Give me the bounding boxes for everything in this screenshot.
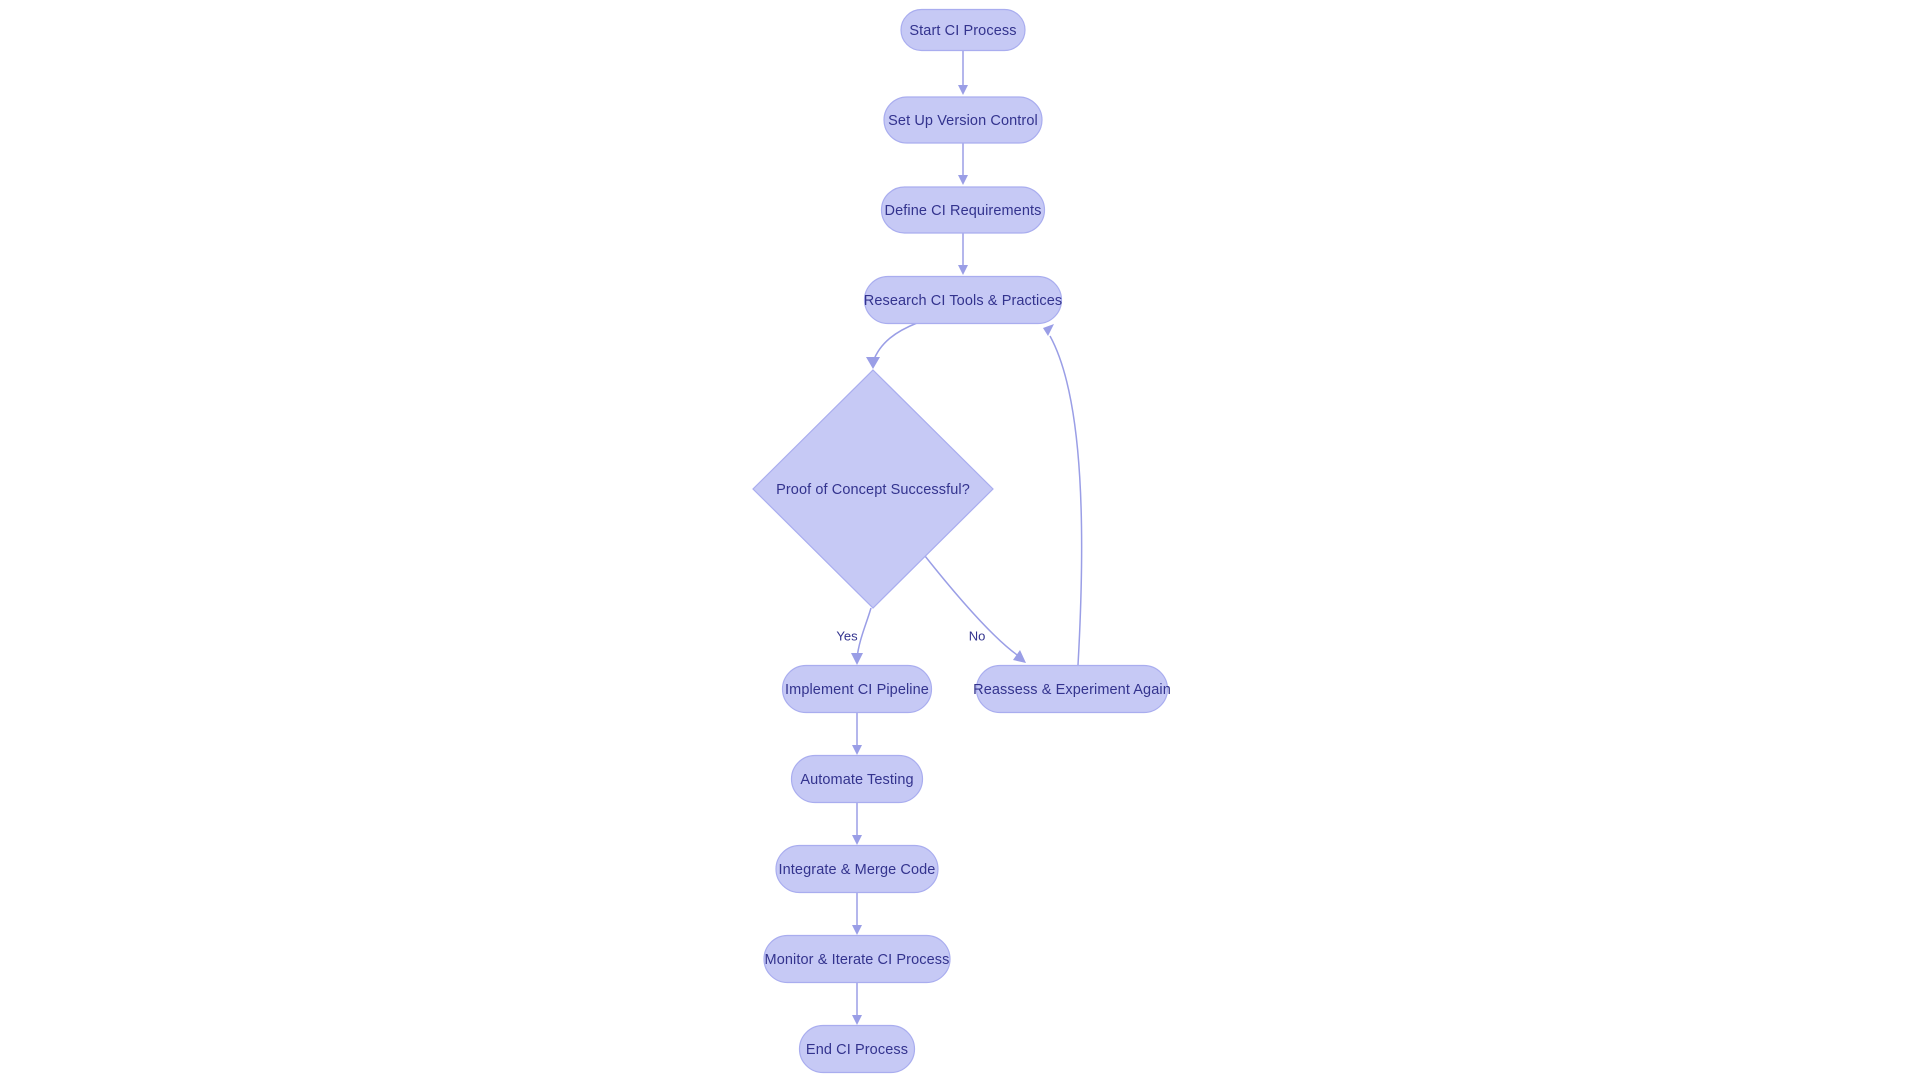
node-label: Reassess & Experiment Again xyxy=(973,682,1171,698)
edge-line xyxy=(856,607,872,659)
node-label: Proof of Concept Successful? xyxy=(776,482,970,498)
arrowhead-icon xyxy=(866,357,880,369)
node-start[interactable]: Start CI Process xyxy=(900,8,1026,52)
arrowhead-icon xyxy=(852,835,862,845)
nodes-layer: Start CI Process Set Up Version Control De… xyxy=(752,8,1171,1074)
node-reassess[interactable]: Reassess & Experiment Again xyxy=(973,664,1171,714)
edge-label-yes: Yes xyxy=(836,628,858,643)
edge-reassess-to-research xyxy=(1043,324,1083,666)
edge-requirements-to-research xyxy=(958,233,968,275)
arrowhead-icon xyxy=(958,265,968,275)
arrowhead-icon xyxy=(958,175,968,185)
edge-poc_decision-to-implement: Yes xyxy=(836,607,872,665)
flowchart-canvas: Yes No Start CI Process Set Up Version Con… xyxy=(0,0,1920,1080)
node-automate[interactable]: Automate Testing xyxy=(790,754,924,804)
node-label: Set Up Version Control xyxy=(888,113,1038,129)
node-implement[interactable]: Implement CI Pipeline xyxy=(781,664,933,714)
node-label: Implement CI Pipeline xyxy=(785,682,929,698)
node-label: Research CI Tools & Practices xyxy=(864,293,1062,309)
node-label: Automate Testing xyxy=(800,772,913,788)
arrowhead-icon xyxy=(852,745,862,755)
edge-automate-to-integrate xyxy=(852,802,862,845)
node-monitor[interactable]: Monitor & Iterate CI Process xyxy=(763,934,951,984)
edge-version_control-to-requirements xyxy=(958,143,968,185)
arrowhead-icon xyxy=(851,653,863,665)
edge-implement-to-automate xyxy=(852,712,862,755)
node-requirements[interactable]: Define CI Requirements xyxy=(880,186,1046,234)
node-label: Define CI Requirements xyxy=(885,203,1042,219)
arrowhead-icon xyxy=(1013,650,1026,663)
arrowhead-icon xyxy=(1043,324,1054,336)
node-version_control[interactable]: Set Up Version Control xyxy=(883,96,1043,144)
node-end[interactable]: End CI Process xyxy=(798,1024,916,1074)
edge-label-no: No xyxy=(969,628,986,643)
node-integrate[interactable]: Integrate & Merge Code xyxy=(775,844,939,894)
node-label: Start CI Process xyxy=(909,23,1016,39)
node-label: End CI Process xyxy=(806,1042,908,1058)
edge-line xyxy=(872,322,918,363)
edge-monitor-to-end xyxy=(852,982,862,1025)
edge-integrate-to-monitor xyxy=(852,892,862,935)
node-research[interactable]: Research CI Tools & Practices xyxy=(864,275,1062,325)
edge-research-to-poc_decision xyxy=(866,322,918,369)
arrowhead-icon xyxy=(852,925,862,935)
edge-line xyxy=(1049,335,1083,666)
arrowhead-icon xyxy=(958,85,968,95)
edge-poc_decision-to-reassess: No xyxy=(924,555,1026,663)
node-label: Monitor & Iterate CI Process xyxy=(765,952,950,968)
arrowhead-icon xyxy=(852,1015,862,1025)
node-poc_decision[interactable]: Proof of Concept Successful? xyxy=(752,369,994,609)
edge-start-to-version_control xyxy=(958,51,968,95)
node-label: Integrate & Merge Code xyxy=(779,862,936,878)
